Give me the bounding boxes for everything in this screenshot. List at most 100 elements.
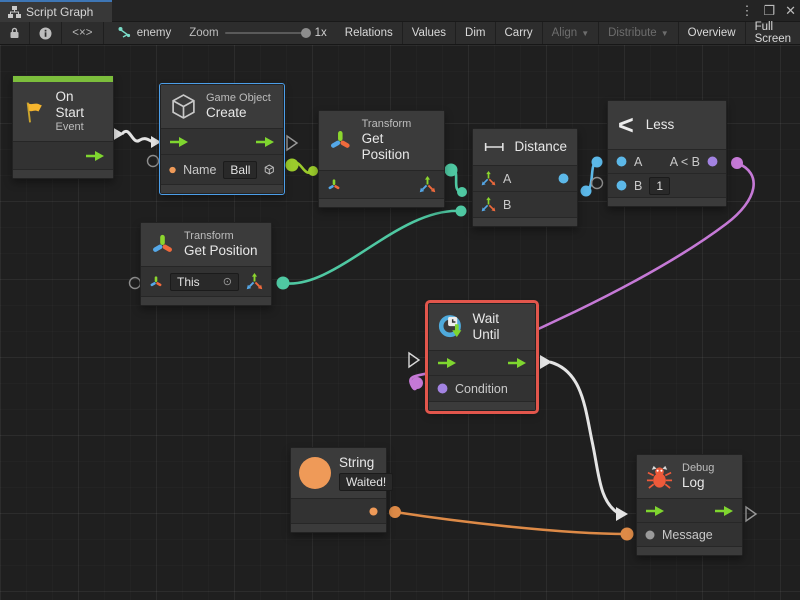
port-label: Name	[183, 163, 216, 177]
float-input-port[interactable]	[616, 156, 627, 167]
zoom-slider-handle[interactable]	[301, 28, 311, 38]
node-get-position-bottom[interactable]: Transform Get Position This ⊙	[140, 222, 272, 306]
vector-output-dot[interactable]	[277, 277, 290, 290]
transform-input-port[interactable]	[149, 275, 163, 289]
message-input-port[interactable]	[645, 530, 655, 540]
carry-button[interactable]: Carry	[496, 22, 543, 44]
bool-input-port[interactable]	[437, 383, 448, 394]
gameobject-output-dot[interactable]	[286, 159, 299, 172]
target-value-field[interactable]: This ⊙	[170, 273, 239, 291]
flow-output-port[interactable]	[255, 136, 275, 148]
graph-canvas[interactable]: On Start Event Game Ob	[0, 45, 800, 600]
carry-label: Carry	[505, 27, 533, 39]
target-value: This	[177, 275, 200, 289]
tab-script-graph[interactable]: Script Graph	[0, 0, 112, 22]
output-label: A < B	[670, 155, 700, 169]
distance-icon	[483, 139, 505, 155]
node-less[interactable]: < Less A A < B B 1	[607, 100, 727, 207]
unconnected-port-circle[interactable]	[592, 178, 603, 189]
gameobject-input-dot[interactable]	[308, 166, 318, 176]
node-title: Create	[206, 105, 271, 121]
vector3-output-port[interactable]	[419, 176, 436, 193]
dim-button[interactable]: Dim	[456, 22, 495, 44]
vector-input-dot[interactable]	[457, 187, 467, 197]
string-value-field[interactable]: Waited!	[339, 473, 393, 491]
string-icon	[299, 457, 331, 489]
flow-output-port[interactable]	[507, 357, 527, 369]
overview-button[interactable]: Overview	[679, 22, 746, 44]
chevron-down-icon: ▼	[581, 29, 589, 38]
code-view-label: <×>	[72, 27, 92, 39]
flow-input-port[interactable]	[437, 357, 457, 369]
bool-output-dot[interactable]	[731, 157, 743, 169]
node-get-position-top[interactable]: Transform Get Position	[318, 110, 445, 208]
unconnected-flow-triangle[interactable]	[746, 507, 756, 521]
node-debug-log[interactable]: Debug Log Message	[636, 454, 743, 556]
lock-button[interactable]	[0, 22, 30, 44]
zoom-slider[interactable]	[225, 32, 309, 34]
vector-output-dot[interactable]	[445, 164, 458, 177]
align-dropdown[interactable]: Align▼	[543, 22, 600, 44]
distribute-label: Distribute	[608, 27, 657, 39]
info-button[interactable]	[30, 22, 62, 44]
unconnected-flow-triangle[interactable]	[409, 353, 419, 367]
close-icon[interactable]: ✕	[785, 3, 796, 19]
flow-output-port[interactable]	[85, 150, 105, 162]
wire-getpositiontop-to-distance-a	[451, 170, 462, 192]
transform-input-port[interactable]	[327, 178, 341, 192]
tab-title: Script Graph	[26, 5, 93, 19]
string-input-dot[interactable]	[621, 528, 634, 541]
node-category: Transform	[362, 118, 434, 131]
gameobject-cube-icon	[170, 93, 197, 120]
flow-input-port[interactable]	[645, 505, 665, 517]
maximize-icon[interactable]: ❐	[763, 3, 775, 19]
b-value-field[interactable]: 1	[649, 177, 670, 195]
lock-icon	[9, 27, 20, 39]
values-button[interactable]: Values	[403, 22, 456, 44]
node-subtitle: Event	[56, 121, 103, 134]
unconnected-flow-triangle[interactable]	[287, 136, 297, 150]
node-wait-until[interactable]: Wait Until Condition	[428, 303, 536, 411]
vector3-input-port[interactable]	[481, 171, 496, 186]
flow-input-port[interactable]	[169, 136, 189, 148]
graph-breadcrumb[interactable]: enemy	[104, 22, 181, 44]
overview-label: Overview	[688, 27, 736, 39]
wait-clock-icon	[438, 312, 466, 342]
port-label: Message	[662, 528, 713, 542]
node-footer	[637, 547, 742, 555]
float-input-dot[interactable]	[592, 157, 603, 168]
window-menu-icon[interactable]: ⋮	[740, 3, 753, 19]
flow-output-port[interactable]	[714, 505, 734, 517]
code-view-toggle[interactable]: <×>	[62, 22, 104, 44]
string-input-port[interactable]	[169, 165, 176, 175]
unconnected-port-circle[interactable]	[130, 278, 141, 289]
node-footer	[141, 297, 271, 305]
align-label: Align	[552, 27, 578, 39]
bool-output-port[interactable]	[707, 156, 718, 167]
relations-button[interactable]: Relations	[336, 22, 403, 44]
node-on-start[interactable]: On Start Event	[12, 75, 114, 179]
full-screen-button[interactable]: Full Screen	[746, 22, 800, 44]
name-value-field[interactable]: Ball	[223, 161, 257, 179]
vector3-input-port[interactable]	[481, 197, 496, 212]
string-output-port[interactable]	[369, 507, 378, 516]
node-footer	[13, 170, 113, 178]
float-output-port[interactable]	[558, 173, 569, 184]
title-bar: Script Graph ⋮ ❐ ✕	[0, 0, 800, 22]
gameobject-type-icon	[264, 162, 275, 177]
distribute-dropdown[interactable]: Distribute▼	[599, 22, 679, 44]
string-output-dot[interactable]	[389, 506, 401, 518]
node-distance[interactable]: Distance A B	[472, 128, 578, 227]
float-input-port[interactable]	[616, 180, 627, 191]
node-category: Transform	[184, 230, 258, 243]
vector3-output-port[interactable]	[246, 273, 263, 290]
vector-input-dot[interactable]	[456, 206, 467, 217]
bool-input-dot[interactable]	[411, 377, 423, 389]
float-output-dot[interactable]	[581, 186, 592, 197]
node-create[interactable]: Game Object Create Name	[160, 84, 284, 194]
wire-getpositionbottom-to-distance-b	[283, 211, 461, 284]
node-string[interactable]: String Waited!	[290, 447, 387, 533]
unconnected-port-circle[interactable]	[148, 156, 159, 167]
object-picker-icon[interactable]: ⊙	[223, 275, 232, 288]
graph-pointer-icon	[118, 27, 132, 39]
